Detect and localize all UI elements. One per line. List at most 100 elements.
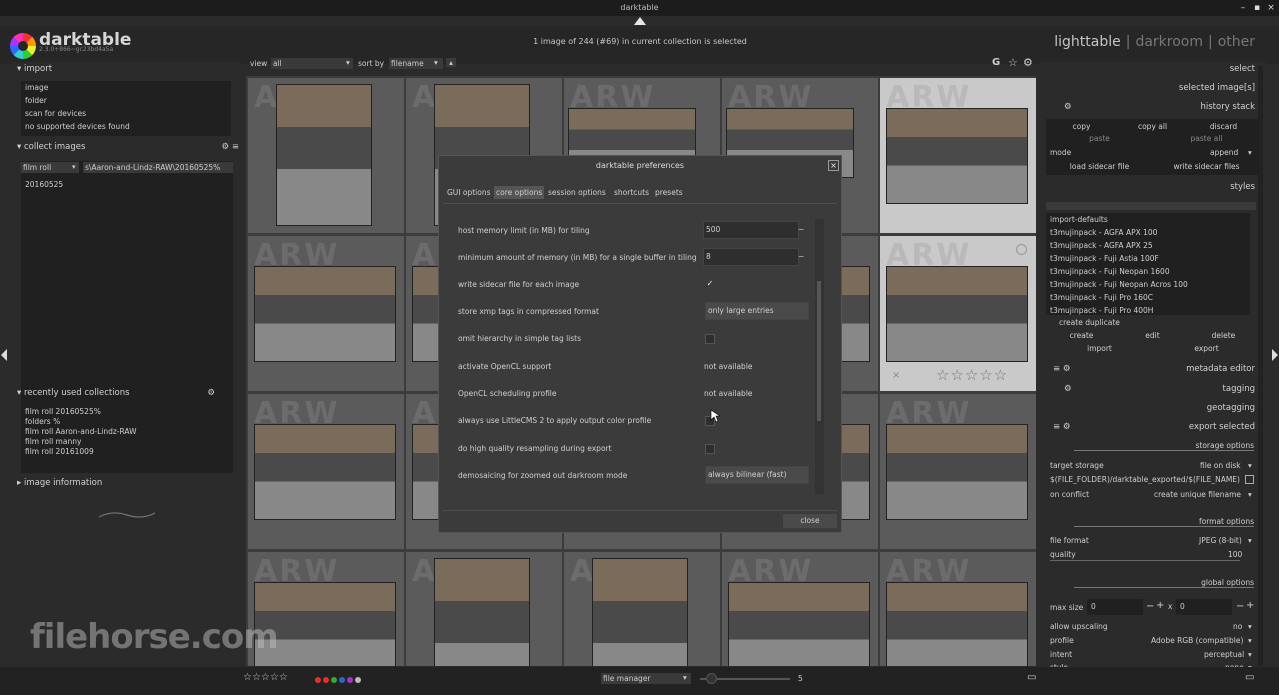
prefs-scrollbar[interactable] (815, 219, 824, 494)
style-item[interactable]: t3mujinpack - Fuji Neopan Acros 100 (1046, 278, 1250, 291)
collect-header[interactable]: ▾ collect images ⚙ ≡ (17, 142, 239, 155)
mode-select[interactable]: append (1210, 148, 1238, 157)
style-export-button[interactable]: export (1153, 343, 1260, 355)
max-width-input[interactable]: 0 (1087, 599, 1143, 615)
altered-icon[interactable] (1016, 244, 1027, 255)
hq-resampling-checkbox[interactable] (705, 444, 715, 454)
metadata-editor-header[interactable]: ≡ ⚙metadata editor ◂ (1040, 364, 1262, 377)
reset-icon[interactable]: − (798, 252, 804, 261)
view-darkroom[interactable]: darkroom (1135, 34, 1203, 50)
recent-settings-icon[interactable]: ⚙ (207, 388, 215, 398)
display-icon[interactable]: ▭ (1027, 672, 1036, 683)
host-memory-input[interactable]: 500 (703, 221, 799, 239)
dialog-close-icon[interactable]: × (828, 160, 839, 171)
style-item[interactable]: t3mujinpack - AGFA APX 25 (1046, 239, 1250, 252)
thumbnail[interactable]: ARW × ☆☆☆☆☆ (880, 236, 1036, 391)
increase-height-icon[interactable]: + (1246, 600, 1254, 611)
style-item[interactable]: t3mujinpack - Fuji Neopan 1600 (1046, 265, 1250, 278)
decrease-width-icon[interactable]: − (1146, 601, 1154, 612)
collect-item[interactable]: 20160525 (21, 178, 233, 191)
thumbnail-rating-stars[interactable]: ☆☆☆☆☆ (936, 366, 1008, 384)
write-sidecar-button[interactable]: write sidecar files (1153, 161, 1260, 173)
layout-select[interactable]: file manager (601, 673, 691, 684)
recent-item[interactable]: folders % (21, 417, 233, 427)
style-item[interactable]: t3mujinpack - Fuji Pro 400H (1046, 304, 1250, 317)
demosaic-select[interactable]: always bilinear (fast) (705, 466, 809, 484)
tab-gui-options[interactable]: GUI options (445, 186, 493, 199)
reset-icon[interactable]: − (798, 225, 804, 234)
create-duplicate-toggle[interactable]: create duplicate (1059, 318, 1120, 327)
copy-all-button[interactable]: copy all (1117, 121, 1188, 133)
style-item[interactable]: import-defaults (1046, 213, 1250, 226)
scan-devices-button[interactable]: scan for devices (21, 107, 231, 120)
profile-select[interactable]: Adobe RGB (compatible) (1151, 636, 1243, 645)
history-stack-header[interactable]: ⚙history stack ▾ (1040, 102, 1262, 115)
tab-core-options[interactable]: core options (494, 186, 545, 199)
tab-shortcuts[interactable]: shortcuts (612, 186, 651, 199)
discard-button[interactable]: discard (1188, 121, 1259, 133)
folder-browse-icon[interactable] (1245, 475, 1254, 484)
color-label-dot[interactable] (315, 677, 321, 683)
import-header[interactable]: ▾ import (17, 64, 52, 77)
paste-button[interactable]: paste (1046, 133, 1153, 145)
image-info-header[interactable]: ▸ image information (17, 478, 102, 491)
style-delete-button[interactable]: delete (1188, 330, 1259, 342)
thumbnail[interactable]: ARW (880, 394, 1036, 549)
thumbnail[interactable]: ARW (722, 552, 878, 666)
minimize-icon[interactable]: – (1237, 2, 1249, 14)
metadata-settings-icon[interactable]: ≡ ⚙ (1053, 364, 1070, 374)
color-label-dot[interactable] (331, 677, 337, 683)
tab-presets[interactable]: presets (653, 186, 685, 199)
max-height-input[interactable]: 0 (1176, 599, 1232, 615)
styles-search-bar[interactable] (1046, 202, 1256, 210)
thumbnail[interactable]: ARW (880, 78, 1036, 233)
recent-item[interactable]: film roll 20160525% (21, 407, 233, 417)
omit-hierarchy-checkbox[interactable] (705, 334, 715, 344)
thumbnail[interactable]: ARW (248, 78, 404, 233)
selected-images-header[interactable]: selected image[s] ▾ (1179, 83, 1262, 96)
collect-property-select[interactable]: film roll (21, 162, 79, 173)
thumbnail[interactable]: ARW (248, 394, 404, 549)
increase-width-icon[interactable]: + (1156, 600, 1164, 611)
style-edit-button[interactable]: edit (1117, 330, 1188, 342)
recent-header[interactable]: ▾ recently used collections ⚙ (17, 388, 239, 401)
gear-icon[interactable]: ⚙ (1023, 56, 1033, 69)
close-window-icon[interactable]: × (1265, 2, 1277, 14)
thumbnail[interactable]: ARW (406, 552, 562, 666)
on-conflict-select[interactable]: create unique filename (1154, 490, 1241, 499)
left-panel-toggle-icon[interactable] (1, 349, 7, 361)
color-label-dot[interactable] (355, 677, 361, 683)
style-create-button[interactable]: create (1046, 330, 1117, 342)
rating-filter-stars[interactable]: ☆☆☆☆☆ (243, 672, 288, 683)
color-label-filter[interactable] (315, 676, 363, 685)
top-panel-toggle-icon[interactable] (634, 17, 646, 25)
paste-all-button[interactable]: paste all (1153, 133, 1260, 145)
recent-item[interactable]: film roll manny (21, 437, 233, 447)
import-image-button[interactable]: image (21, 81, 231, 94)
right-panel-scrollbar[interactable] (1258, 66, 1263, 666)
history-settings-icon[interactable]: ⚙ (1064, 102, 1072, 112)
load-sidecar-button[interactable]: load sidecar file (1046, 161, 1153, 173)
right-panel-toggle-icon[interactable] (1272, 349, 1278, 361)
recent-item[interactable]: film roll Aaron-and-Lindz-RAW (21, 427, 233, 437)
maximize-icon[interactable]: ▪ (1251, 2, 1263, 14)
style-import-button[interactable]: import (1046, 343, 1153, 355)
tab-session-options[interactable]: session options (546, 186, 608, 199)
tagging-settings-icon[interactable]: ⚙ (1064, 384, 1072, 394)
collect-path-input[interactable]: s\Aaron-and-Lindz-RAW\20160525% (83, 162, 233, 173)
sort-order-icon[interactable]: ▴ (446, 58, 456, 67)
print-icon[interactable]: ▭ (1245, 672, 1254, 683)
export-path-input[interactable]: $(FILE_FOLDER)/darktable_exported/$(FILE… (1050, 475, 1240, 484)
import-folder-button[interactable]: folder (21, 94, 231, 107)
upscaling-select[interactable]: no (1233, 622, 1242, 631)
thumbnail[interactable]: ARW (564, 552, 720, 666)
file-format-select[interactable]: JPEG (8-bit) (1199, 536, 1242, 545)
export-settings-icon[interactable]: ≡ ⚙ (1053, 422, 1070, 432)
export-header[interactable]: ≡ ⚙export selected ▾ (1040, 422, 1262, 435)
close-button[interactable]: close (783, 514, 837, 528)
zoom-slider-handle[interactable] (706, 673, 717, 684)
color-label-dot[interactable] (339, 677, 345, 683)
reject-icon[interactable]: × (892, 370, 900, 381)
decrease-height-icon[interactable]: − (1236, 601, 1244, 612)
color-label-dot[interactable] (323, 677, 329, 683)
